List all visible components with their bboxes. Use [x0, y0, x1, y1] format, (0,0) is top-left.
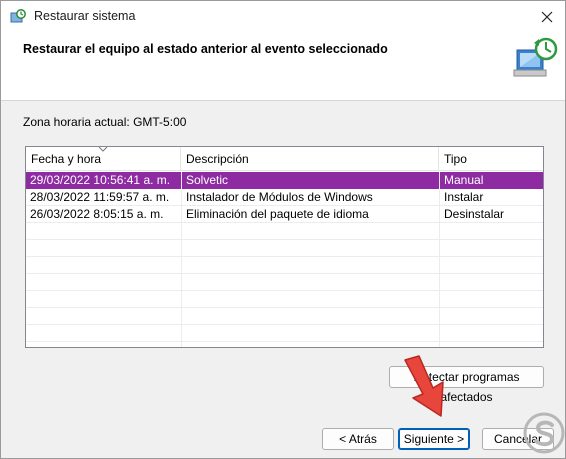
row-date: 29/03/2022 10:56:41 a. m. [30, 173, 171, 187]
empty-row [26, 308, 543, 325]
detect-affected-programs-button[interactable]: Detectar programas afectados [389, 366, 544, 404]
empty-row [26, 274, 543, 291]
empty-row [26, 325, 543, 342]
row-type: Instalar [444, 190, 484, 204]
row-date: 28/03/2022 11:59:57 a. m. [30, 190, 170, 204]
next-button[interactable]: Siguiente > [398, 428, 470, 450]
column-header-type[interactable]: Tipo [439, 147, 543, 171]
row-description: Solvetic [186, 173, 229, 187]
row-description: Eliminación del paquete de idioma [186, 207, 369, 221]
back-button[interactable]: < Atrás [322, 428, 394, 450]
timezone-label: Zona horaria actual: GMT-5:00 [23, 115, 187, 129]
row-type: Desinstalar [444, 207, 505, 221]
empty-row [26, 257, 543, 274]
empty-row [26, 291, 543, 308]
column-divider [181, 172, 182, 347]
table-row[interactable]: 29/03/2022 10:56:41 a. m. Solvetic Manua… [26, 172, 543, 189]
wizard-header: Restaurar el equipo al estado anterior a… [1, 33, 565, 101]
table-row[interactable]: 26/03/2022 8:05:15 a. m. Eliminación del… [26, 206, 543, 223]
restore-app-icon [10, 9, 26, 23]
list-header: Fecha y hora Descripción Tipo [26, 147, 543, 171]
page-title: Restaurar el equipo al estado anterior a… [23, 42, 388, 56]
column-header-description[interactable]: Descripción [181, 147, 439, 171]
close-icon [541, 11, 553, 23]
empty-row [26, 223, 543, 240]
row-description: Instalador de Módulos de Windows [186, 190, 373, 204]
system-restore-window: Restaurar sistema Restaurar el equipo al… [0, 0, 566, 459]
column-divider [439, 172, 440, 347]
empty-row [26, 240, 543, 257]
row-date: 26/03/2022 8:05:15 a. m. [30, 207, 164, 221]
system-restore-graphic-icon [513, 37, 558, 77]
table-row[interactable]: 28/03/2022 11:59:57 a. m. Instalador de … [26, 189, 543, 206]
close-button[interactable] [531, 3, 563, 31]
watermark-logo [523, 412, 565, 454]
restore-points-list[interactable]: Fecha y hora Descripción Tipo 29/03/2022… [25, 146, 544, 348]
column-header-date[interactable]: Fecha y hora [26, 147, 181, 171]
title-bar: Restaurar sistema [1, 1, 565, 33]
list-body: 29/03/2022 10:56:41 a. m. Solvetic Manua… [26, 172, 543, 347]
row-type: Manual [444, 173, 484, 187]
window-title: Restaurar sistema [34, 9, 136, 23]
